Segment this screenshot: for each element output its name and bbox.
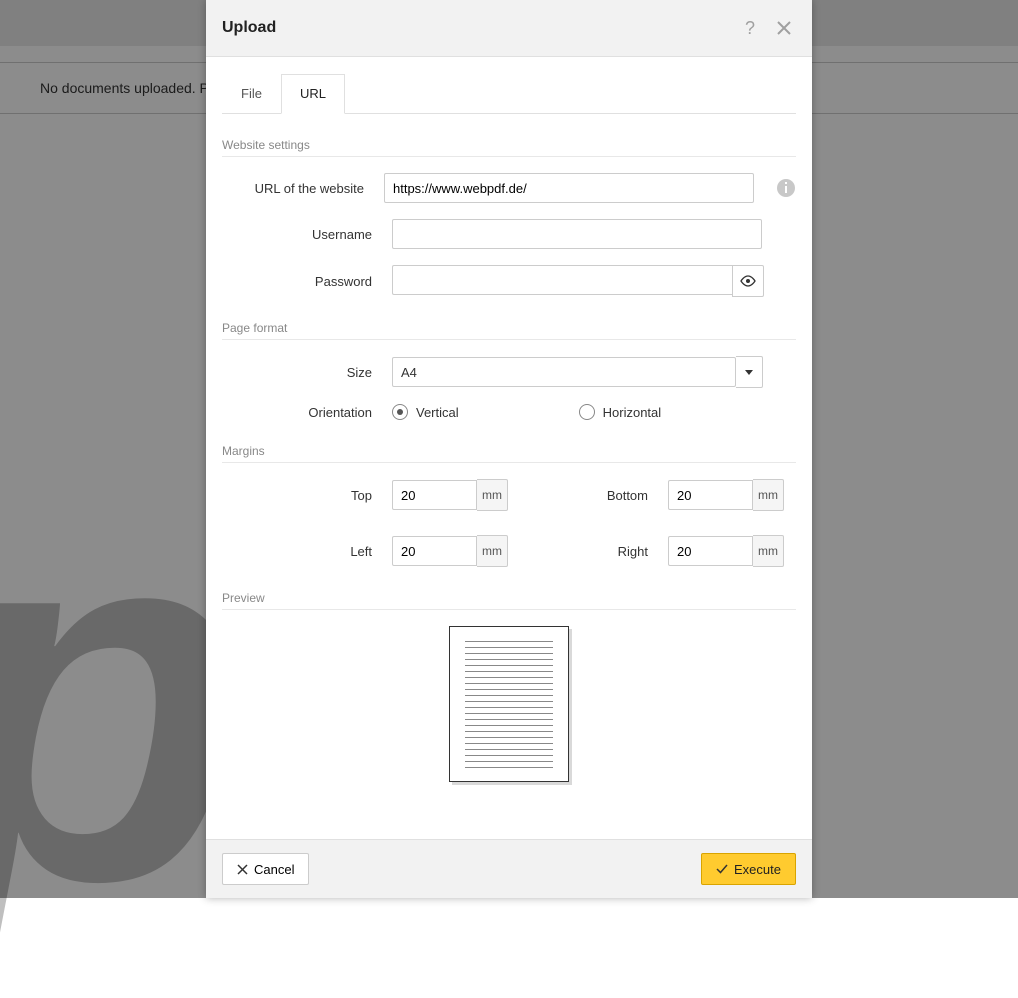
url-input[interactable] <box>384 173 754 203</box>
eye-icon <box>740 273 756 289</box>
margin-top-label: Top <box>222 488 392 503</box>
preview-container <box>222 626 796 782</box>
upload-dialog: Upload ? File URL Website settings URL o… <box>206 0 812 898</box>
radio-icon <box>392 404 408 420</box>
margin-top: Top mm <box>222 479 508 511</box>
dialog-title: Upload <box>222 19 738 37</box>
dialog-header: Upload ? <box>206 0 812 57</box>
unit-label: mm <box>753 535 784 567</box>
section-website-settings: Website settings <box>222 138 796 157</box>
radio-icon <box>579 404 595 420</box>
dialog-footer: Cancel Execute <box>206 839 812 898</box>
margin-left-label: Left <box>222 544 392 559</box>
radio-vertical-label: Vertical <box>416 405 459 420</box>
username-input[interactable] <box>392 219 762 249</box>
margin-right-input[interactable] <box>668 536 753 566</box>
tabs: File URL <box>222 73 796 114</box>
section-margins: Margins <box>222 444 796 463</box>
margin-top-input[interactable] <box>392 480 477 510</box>
password-input[interactable] <box>392 265 732 295</box>
margin-left: Left mm <box>222 535 508 567</box>
check-icon <box>716 863 728 875</box>
unit-label: mm <box>477 535 508 567</box>
radio-horizontal-label: Horizontal <box>603 405 662 420</box>
section-page-format: Page format <box>222 321 796 340</box>
password-label: Password <box>222 274 392 289</box>
toggle-password-visibility[interactable] <box>732 265 764 297</box>
margin-right-label: Right <box>568 544 668 559</box>
margin-right: Right mm <box>568 535 784 567</box>
margin-bottom-input[interactable] <box>668 480 753 510</box>
tab-url[interactable]: URL <box>281 74 345 114</box>
execute-button[interactable]: Execute <box>701 853 796 885</box>
row-password: Password <box>222 265 796 297</box>
size-select-caret[interactable] <box>736 356 763 388</box>
cancel-button[interactable]: Cancel <box>222 853 309 885</box>
url-label: URL of the website <box>222 181 384 196</box>
username-label: Username <box>222 227 392 242</box>
margin-left-input[interactable] <box>392 536 477 566</box>
preview-page <box>449 626 569 782</box>
size-label: Size <box>222 365 392 380</box>
tab-file[interactable]: File <box>222 74 281 114</box>
unit-label: mm <box>753 479 784 511</box>
margin-bottom: Bottom mm <box>568 479 784 511</box>
row-size: Size A4 <box>222 356 796 388</box>
row-orientation: Orientation Vertical Horizontal <box>222 404 796 420</box>
cancel-label: Cancel <box>254 862 294 877</box>
radio-horizontal[interactable]: Horizontal <box>579 404 662 420</box>
chevron-down-icon <box>745 370 753 375</box>
row-url: URL of the website <box>222 173 796 203</box>
close-icon[interactable] <box>772 16 796 40</box>
radio-vertical[interactable]: Vertical <box>392 404 459 420</box>
execute-label: Execute <box>734 862 781 877</box>
unit-label: mm <box>477 479 508 511</box>
orientation-label: Orientation <box>222 405 392 420</box>
info-icon[interactable] <box>776 178 796 198</box>
close-icon <box>237 864 248 875</box>
row-username: Username <box>222 219 796 249</box>
dialog-body: File URL Website settings URL of the web… <box>206 57 812 839</box>
margin-bottom-label: Bottom <box>568 488 668 503</box>
section-preview: Preview <box>222 591 796 610</box>
margins-grid: Top mm Bottom mm Left mm Right mm <box>222 479 796 567</box>
size-select[interactable]: A4 <box>392 357 736 387</box>
help-icon[interactable]: ? <box>738 16 762 40</box>
